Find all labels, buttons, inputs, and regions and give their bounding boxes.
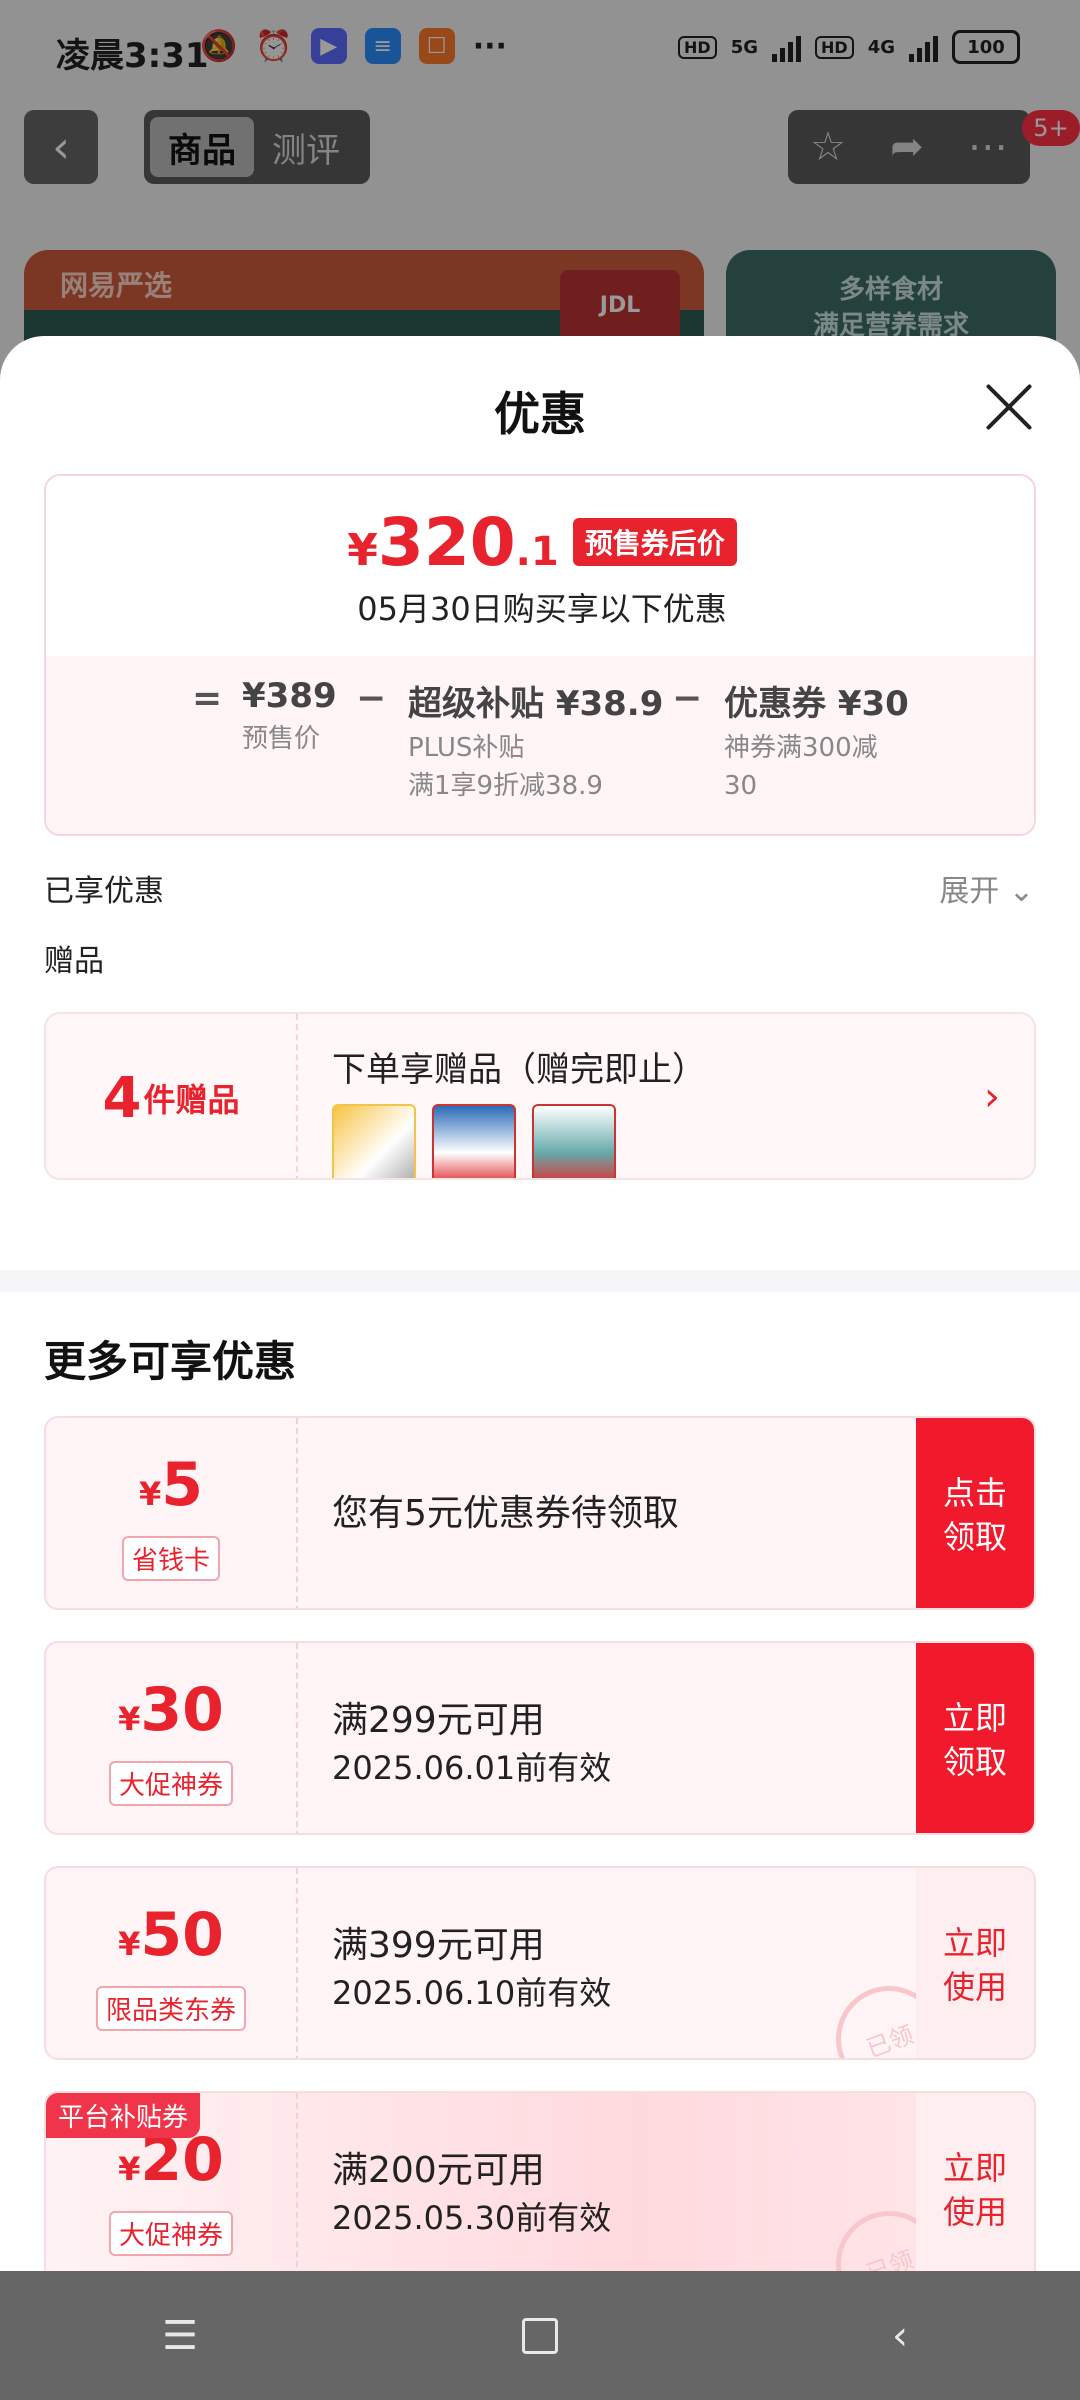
equals-sign: = — [192, 678, 223, 719]
coupon-type-tag: 大促神券 — [108, 1761, 234, 1806]
base-price-label: 预售价 — [242, 724, 321, 754]
price-breakdown: = ¥389 预售价 − 超级补贴 ¥38.9 PLUS补贴 满1享9折减38.… — [46, 656, 1034, 834]
coupon-title: 优惠券 ¥30 — [724, 684, 909, 724]
expand-button[interactable]: 展开 ⌄ — [939, 866, 1034, 910]
coupon-card: ¥30 大促神券 满299元可用 2025.06.01前有效 立即领取 — [44, 1641, 1036, 1835]
coupon-currency: ¥ — [118, 2150, 141, 2188]
price-decimal: .1 — [515, 529, 559, 575]
chevron-down-icon: ⌄ — [1008, 874, 1034, 909]
presale-tag: 预售券后价 — [572, 518, 737, 566]
use-button-line1: 立即 — [942, 2149, 1007, 2187]
section-divider — [0, 1270, 1080, 1292]
home-icon[interactable] — [510, 2306, 570, 2366]
gift-label: 赠品 — [44, 944, 104, 979]
price-currency: ¥ — [347, 525, 378, 576]
coupon-amount-value: 5 — [161, 1450, 203, 1520]
coupon-sub2: 30 — [724, 771, 758, 801]
enjoyed-label: 已享优惠 — [44, 874, 164, 909]
use-button-line2: 使用 — [942, 2193, 1007, 2231]
minus-sign: − — [356, 678, 387, 719]
gift-thumb-2 — [432, 1104, 516, 1178]
gift-count-number: 4 — [102, 1065, 142, 1131]
coupon-type-tag: 省钱卡 — [121, 1536, 221, 1581]
nav-back-icon[interactable]: ‹ — [870, 2306, 930, 2366]
claim-button-line2: 领取 — [942, 1518, 1007, 1556]
coupon-currency: ¥ — [138, 1475, 162, 1513]
gift-card[interactable]: 4 件赠品 下单享赠品（赠完即止） › — [44, 1012, 1036, 1180]
claim-button[interactable]: 点击 领取 — [916, 1418, 1034, 1608]
gift-title: 下单享赠品（赠完即止） — [332, 1050, 706, 1090]
price-card: ¥ 320 .1 预售券后价 05月30日购买享以下优惠 = ¥389 预售价 … — [44, 474, 1036, 836]
chevron-right-icon: › — [984, 1074, 1000, 1120]
coupon-value: ¥50 限品类东券 — [46, 1868, 298, 2058]
breakdown-coupon: 优惠券 ¥30 神券满300减 30 — [724, 676, 909, 805]
coupon-value: ¥5 省钱卡 — [46, 1418, 298, 1608]
coupon-sub1: 神券满300减 — [724, 733, 878, 763]
coupon-condition: 满399元可用 — [332, 1925, 545, 1966]
subsidy-title: 超级补贴 ¥38.9 — [408, 684, 664, 724]
breakdown-subsidy: 超级补贴 ¥38.9 PLUS补贴 满1享9折减38.9 — [408, 676, 663, 805]
coupon-type-tag: 大促神券 — [108, 2211, 234, 2256]
menu-icon[interactable]: ☰ — [150, 2306, 210, 2366]
subsidy-sub2: 满1享9折减38.9 — [408, 771, 603, 801]
gift-thumb-1 — [332, 1104, 416, 1178]
coupon-condition: 满200元可用 — [332, 2150, 545, 2191]
price-integer: 320 — [377, 504, 516, 581]
coupon-validity: 2025.06.01前有效 — [332, 1749, 612, 1787]
coupon-card: ¥5 省钱卡 您有5元优惠券待领取 点击领取 — [44, 1416, 1036, 1610]
coupon-amount-value: 30 — [140, 1675, 224, 1745]
use-button-line2: 使用 — [942, 1968, 1007, 2006]
coupon-currency: ¥ — [118, 1925, 141, 1963]
claim-button-line1: 立即 — [942, 1699, 1007, 1737]
claim-button[interactable]: 立即 领取 — [916, 1643, 1034, 1833]
gift-count: 4 件赠品 — [46, 1014, 298, 1178]
claim-button-line1: 点击 — [942, 1474, 1007, 1512]
coupon-description: 您有5元优惠券待领取 — [332, 1493, 679, 1534]
coupon-amount: ¥30 — [46, 1675, 296, 1745]
breakdown-base: ¥389 预售价 — [242, 676, 337, 758]
coupon-amount: ¥50 — [46, 1900, 296, 1970]
coupon-condition: 满299元可用 — [332, 1700, 545, 1741]
use-button[interactable]: 立即 使用 — [916, 2093, 1034, 2271]
expand-label: 展开 — [939, 874, 1000, 909]
discount-sheet: 优惠 ¥ 320 .1 预售券后价 05月30日购买享以下优惠 = ¥389 预… — [0, 336, 1080, 2271]
base-price: ¥389 — [242, 676, 337, 716]
platform-subsidy-tag: 平台补贴券 — [46, 2093, 201, 2138]
gift-thumb-3 — [532, 1104, 616, 1178]
coupon-validity: 2025.06.10前有效 — [332, 1974, 612, 2012]
coupon-card: ¥50 限品类东券 满399元可用 2025.06.10前有效 已领 立即 使用 — [44, 1866, 1036, 2060]
use-button[interactable]: 立即 使用 — [916, 1868, 1034, 2058]
coupon-amount-value: 50 — [140, 1900, 224, 1970]
subsidy-sub1: PLUS补贴 — [408, 733, 525, 763]
minus-sign-2: − — [672, 678, 703, 719]
coupon-value: ¥30 大促神券 — [46, 1643, 298, 1833]
coupon-type-tag: 限品类东券 — [95, 1986, 247, 2031]
coupon-amount: ¥5 — [46, 1450, 296, 1520]
gift-count-text: 件赠品 — [143, 1081, 240, 1119]
claim-button-line2: 领取 — [942, 1743, 1007, 1781]
use-button-line1: 立即 — [942, 1924, 1007, 1962]
more-discounts-title: 更多可享优惠 — [44, 1337, 297, 1386]
close-icon[interactable] — [982, 380, 1036, 434]
coupon-validity: 2025.05.30前有效 — [332, 2199, 612, 2237]
sheet-title: 优惠 — [494, 387, 586, 441]
gift-thumbnails — [332, 1104, 616, 1178]
coupon-currency: ¥ — [118, 1700, 141, 1738]
price-top: ¥ 320 .1 预售券后价 05月30日购买享以下优惠 — [46, 476, 1034, 656]
system-nav-bar: ☰ ‹ — [0, 2271, 1080, 2400]
price-subtitle: 05月30日购买享以下优惠 — [357, 590, 727, 628]
coupon-card: ¥20 大促神券 平台补贴券 满200元可用 2025.05.30前有效 已领 … — [44, 2091, 1036, 2271]
final-price: ¥ 320 .1 预售券后价 — [46, 504, 1034, 581]
